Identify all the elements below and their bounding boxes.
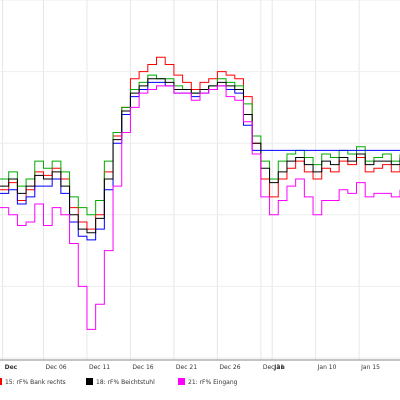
x-tick-label: Jan [273,364,285,371]
x-tick-label: Jan 15 [360,364,380,371]
x-tick-label: Dec 21 [176,364,197,371]
x-tick-label: Dec 16 [132,364,153,371]
x-tick-label: Dec 11 [89,364,110,371]
legend-swatch [0,378,2,385]
x-tick-label: Dec 06 [45,364,66,371]
legend-swatch [86,378,93,385]
legend: 15: rF% Bank rechts 18: rF% Beichtstuhl 21… [0,378,238,386]
legend-swatch [178,378,185,385]
x-tick-label: Jan 10 [317,364,337,371]
plot-area [0,0,400,360]
line-chart: Dec Dec 06 Dec 11 Dec 16 Dec 21 Dec 26 Dec 31J… [0,0,400,386]
legend-label: 21: rF% Eingang [188,379,238,386]
x-tick-label: Dec [5,364,18,371]
x-tick-label: Dec 26 [219,364,240,371]
legend-label: 18: rF% Beichtstuhl [96,379,155,386]
legend-label: 15: rF% Bank rechts [5,379,66,386]
x-axis-ticks: Dec Dec 06 Dec 11 Dec 16 Dec 21 Dec 26 Dec 31J… [5,364,380,371]
